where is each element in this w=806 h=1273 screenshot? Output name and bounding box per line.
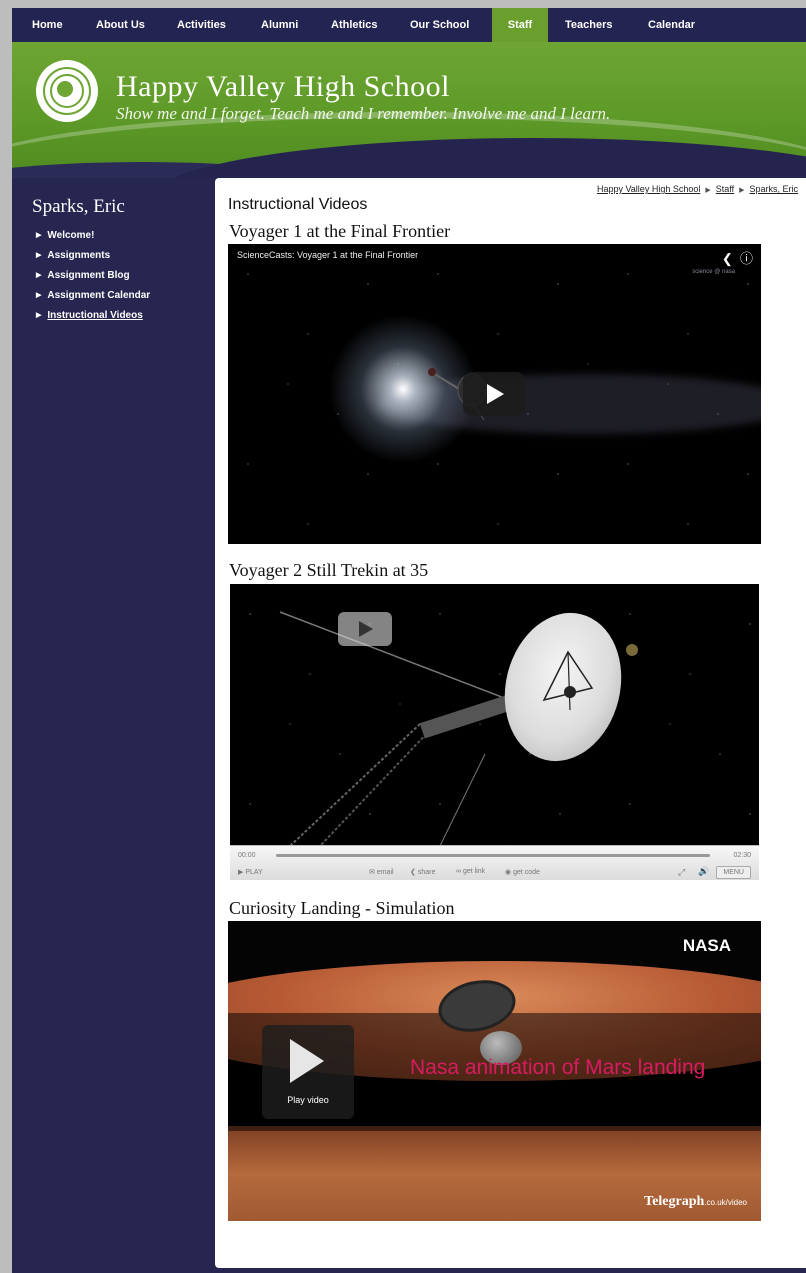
nasa-label: NASA bbox=[682, 936, 731, 955]
email-control-label: email bbox=[376, 869, 394, 876]
progress-bar[interactable] bbox=[276, 854, 710, 857]
play-control-label: PLAY bbox=[245, 869, 263, 876]
header-banner: Happy Valley High School Show me and I f… bbox=[12, 42, 806, 178]
code-icon: ◉ bbox=[505, 869, 512, 876]
sidebar-item-label: Assignment Calendar bbox=[47, 290, 151, 301]
play-icon bbox=[290, 1039, 324, 1083]
sidebar-item-label: Assignment Blog bbox=[47, 270, 130, 281]
video-overlay-caption: Nasa animation of Mars landing bbox=[410, 1056, 706, 1079]
breadcrumb-staff[interactable]: Staff bbox=[716, 184, 734, 194]
page-title: Instructional Videos bbox=[228, 196, 368, 213]
nav-staff[interactable]: Staff bbox=[492, 8, 548, 42]
triangle-right-icon: ▶ bbox=[36, 292, 42, 299]
volume-icon[interactable]: 🔊 bbox=[698, 866, 709, 877]
main-content: Happy Valley High School ▶ Staff ▶ Sparks, E… bbox=[215, 178, 806, 1268]
play-control[interactable]: ▶ PLAY bbox=[238, 868, 263, 876]
get-link-control-label: get link bbox=[462, 868, 486, 875]
get-code-control-label: get code bbox=[513, 869, 540, 876]
sidebar-item-label: Assignments bbox=[47, 250, 111, 261]
sidebar-item-instructional-videos[interactable]: ▶ Instructional Videos bbox=[36, 306, 150, 326]
time-current: 00:00 bbox=[238, 852, 256, 859]
voyager-probe-image bbox=[279, 611, 638, 846]
video-player-curiosity[interactable]: NASA Nasa animation of Mars landing Play… bbox=[228, 921, 761, 1221]
fullscreen-icon[interactable]: ⤢ bbox=[678, 867, 685, 878]
watermark: science @ nasa bbox=[692, 269, 735, 275]
email-control[interactable]: ✉ email bbox=[369, 868, 394, 876]
play-icon bbox=[359, 621, 373, 637]
play-button[interactable] bbox=[338, 612, 392, 646]
info-icon[interactable]: ⓘ bbox=[740, 251, 753, 266]
sidebar-title: Sparks, Eric bbox=[32, 196, 125, 217]
play-icon: ▶ bbox=[238, 869, 244, 876]
video-player-voyager1[interactable]: ScienceCasts: Voyager 1 at the Final Fro… bbox=[228, 244, 761, 544]
nav-our-school[interactable]: Our School bbox=[401, 8, 490, 42]
play-video-button[interactable]: Play video bbox=[262, 1025, 354, 1119]
sidebar: Sparks, Eric ▶ Welcome! ▶ Assignments ▶ Ass… bbox=[12, 178, 212, 1273]
get-link-control[interactable]: ∞ get link bbox=[456, 868, 485, 875]
breadcrumb-separator-icon: ▶ bbox=[739, 187, 745, 194]
player-title-icons: ❮ ⓘ bbox=[722, 248, 753, 267]
triangle-right-icon: ▶ bbox=[36, 272, 42, 279]
sidebar-item-assignments[interactable]: ▶ Assignments bbox=[36, 246, 150, 266]
page-frame: Home About Us Activities Alumni Athletic… bbox=[12, 8, 806, 1273]
video-title: Voyager 2 Still Trekin at 35 bbox=[229, 560, 429, 580]
nav-athletics[interactable]: Athletics bbox=[322, 8, 397, 42]
sidebar-menu: ▶ Welcome! ▶ Assignments ▶ Assignment Blog … bbox=[36, 226, 150, 326]
play-icon bbox=[487, 384, 504, 404]
play-video-label: Play video bbox=[287, 1095, 329, 1105]
telegraph-logo: Telegraph.co.uk/video bbox=[644, 1194, 747, 1210]
player-controls: 00:00 02:30 ▶ PLAY ✉ email ❮ share ∞ get… bbox=[230, 845, 759, 880]
top-nav: Home About Us Activities Alumni Athletic… bbox=[12, 8, 806, 42]
sidebar-item-assignment-calendar[interactable]: ▶ Assignment Calendar bbox=[36, 286, 150, 306]
nav-activities[interactable]: Activities bbox=[168, 8, 249, 42]
player-title[interactable]: ScienceCasts: Voyager 1 at the Final Fro… bbox=[237, 250, 418, 260]
antenna-struts bbox=[542, 650, 594, 711]
triangle-right-icon: ▶ bbox=[36, 312, 42, 319]
nav-about-us[interactable]: About Us bbox=[86, 8, 168, 42]
share-icon[interactable]: ❮ bbox=[722, 251, 733, 266]
menu-button[interactable]: MENU bbox=[716, 866, 751, 879]
triangle-right-icon: ▶ bbox=[36, 232, 42, 239]
telegraph-domain: .co.uk/video bbox=[704, 1198, 747, 1207]
nav-teachers[interactable]: Teachers bbox=[556, 8, 635, 42]
play-button[interactable] bbox=[463, 372, 525, 416]
triangle-right-icon: ▶ bbox=[36, 252, 42, 259]
breadcrumb: Happy Valley High School ▶ Staff ▶ Sparks, E… bbox=[597, 184, 798, 194]
video-title: Voyager 1 at the Final Frontier bbox=[229, 221, 451, 241]
sidebar-item-welcome[interactable]: ▶ Welcome! bbox=[36, 226, 150, 246]
school-logo[interactable] bbox=[36, 60, 98, 122]
email-icon: ✉ bbox=[369, 869, 375, 876]
video-player-voyager2[interactable]: 00:00 02:30 ▶ PLAY ✉ email ❮ share ∞ get… bbox=[230, 584, 759, 880]
telegraph-brand: Telegraph bbox=[644, 1194, 705, 1209]
share-control-label: share bbox=[417, 869, 436, 876]
link-icon: ∞ bbox=[456, 868, 461, 875]
video-title: Curiosity Landing - Simulation bbox=[229, 898, 455, 918]
sidebar-item-label: Welcome! bbox=[47, 230, 95, 241]
nav-calendar[interactable]: Calendar bbox=[639, 8, 718, 42]
school-name[interactable]: Happy Valley High School bbox=[116, 70, 450, 104]
sidebar-item-label: Instructional Videos bbox=[47, 310, 143, 321]
share-control[interactable]: ❮ share bbox=[410, 868, 435, 876]
breadcrumb-separator-icon: ▶ bbox=[705, 187, 711, 194]
sidebar-item-assignment-blog[interactable]: ▶ Assignment Blog bbox=[36, 266, 150, 286]
nav-home[interactable]: Home bbox=[22, 8, 90, 42]
player-title-bar: ScienceCasts: Voyager 1 at the Final Fro… bbox=[228, 244, 761, 268]
nav-alumni[interactable]: Alumni bbox=[252, 8, 317, 42]
get-code-control[interactable]: ◉ get code bbox=[505, 868, 540, 876]
logo-dot bbox=[57, 81, 73, 97]
breadcrumb-teacher[interactable]: Sparks, Eric bbox=[749, 184, 798, 194]
breadcrumb-home[interactable]: Happy Valley High School bbox=[597, 184, 700, 194]
time-total: 02:30 bbox=[733, 852, 751, 859]
school-tagline: Show me and I forget. Teach me and I rem… bbox=[116, 104, 611, 123]
share-icon: ❮ bbox=[410, 869, 416, 876]
